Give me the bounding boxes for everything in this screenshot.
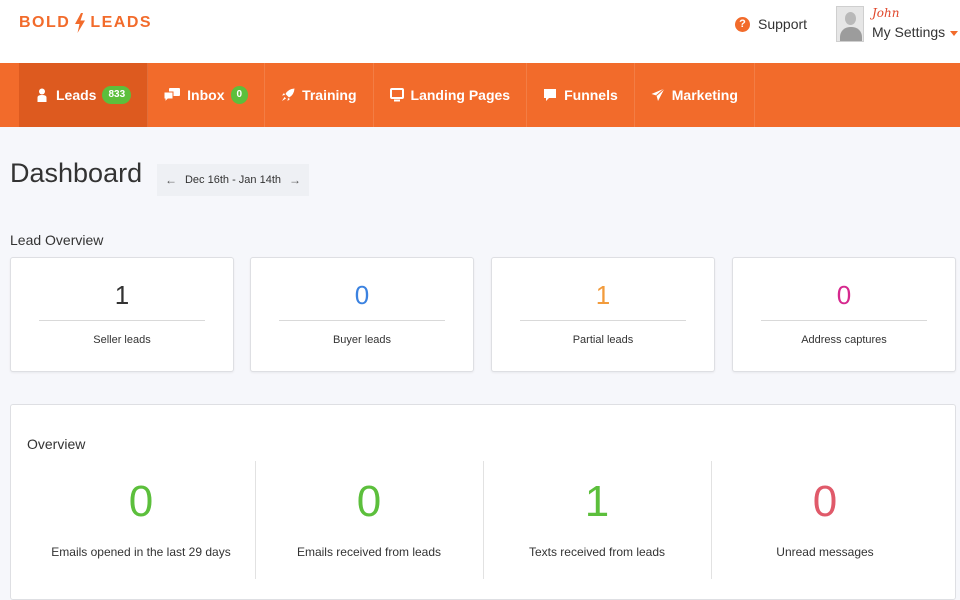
emails-received-stat[interactable]: 0 Emails received from leads <box>255 461 483 579</box>
next-range-arrow-icon[interactable]: → <box>289 173 301 187</box>
card-divider <box>279 320 445 321</box>
avatar <box>836 6 864 42</box>
nav-item-marketing[interactable]: Marketing <box>635 63 755 127</box>
buyer-leads-card[interactable]: 0 Buyer leads <box>250 257 474 372</box>
nav-item-funnels[interactable]: Funnels <box>527 63 635 127</box>
date-range-picker[interactable]: ← Dec 16th - Jan 14th → <box>157 164 309 196</box>
overview-panel: Overview 0 Emails opened in the last 29 … <box>10 404 956 600</box>
card-value: 0 <box>836 280 852 310</box>
unread-messages-stat[interactable]: 0 Unread messages <box>711 461 939 579</box>
stat-label: Emails received from leads <box>296 545 442 559</box>
nav-item-leads[interactable]: Leads 833 <box>19 63 149 127</box>
card-divider <box>761 320 927 321</box>
monitor-icon <box>389 88 404 102</box>
rocket-icon <box>282 88 295 101</box>
overview-title: Overview <box>27 436 86 452</box>
stat-value: 1 <box>584 477 610 526</box>
stat-label: Emails opened in the last 29 days <box>51 545 231 559</box>
leads-count-badge: 833 <box>102 86 132 104</box>
lightning-bolt-icon <box>75 13 86 33</box>
prev-range-arrow-icon[interactable]: ← <box>165 173 177 187</box>
date-range-label: Dec 16th - Jan 14th <box>184 174 281 186</box>
main-nav: Leads 833 Inbox 0 Training Landing Pages… <box>0 63 960 127</box>
inbox-count-badge: 0 <box>230 86 249 104</box>
support-link[interactable]: ? Support <box>735 16 807 32</box>
card-divider <box>39 320 205 321</box>
card-label: Address captures <box>801 334 887 346</box>
address-captures-card[interactable]: 0 Address captures <box>732 257 956 372</box>
brand-logo-part2: LEADS <box>90 14 153 31</box>
stat-label: Texts received from leads <box>528 545 666 559</box>
question-circle-icon: ? <box>735 16 750 32</box>
brand-logo-part1: BOLD <box>19 14 71 31</box>
nav-item-label: Inbox <box>187 87 225 103</box>
nav-item-label: Marketing <box>671 87 738 103</box>
stat-value: 0 <box>356 477 382 526</box>
lead-overview-title: Lead Overview <box>10 232 104 248</box>
nav-item-label: Funnels <box>564 87 618 103</box>
nav-item-label: Leads <box>56 87 97 103</box>
page-title: Dashboard <box>10 158 143 188</box>
nav-item-landing-pages[interactable]: Landing Pages <box>374 63 528 127</box>
my-settings-label: My Settings <box>872 24 946 40</box>
texts-received-stat[interactable]: 1 Texts received from leads <box>483 461 711 579</box>
speech-bubble-icon <box>544 89 557 101</box>
partial-leads-card[interactable]: 1 Partial leads <box>491 257 715 372</box>
user-name: John <box>872 6 900 20</box>
nav-item-training[interactable]: Training <box>265 63 374 127</box>
person-icon <box>37 88 47 102</box>
chat-bubbles-icon <box>164 88 181 102</box>
top-header: BOLD LEADS ? Support John My Settings <box>0 0 960 63</box>
stat-value: 0 <box>812 477 838 526</box>
card-value: 0 <box>354 280 370 310</box>
user-menu[interactable]: John My Settings <box>836 6 959 42</box>
card-divider <box>520 320 686 321</box>
my-settings-dropdown[interactable]: My Settings <box>872 23 959 41</box>
brand-logo[interactable]: BOLD LEADS <box>19 13 152 33</box>
nav-item-inbox[interactable]: Inbox 0 <box>148 63 266 127</box>
stat-value: 0 <box>128 477 154 526</box>
nav-item-label: Landing Pages <box>410 87 511 103</box>
card-label: Partial leads <box>572 334 634 346</box>
seller-leads-card[interactable]: 1 Seller leads <box>10 257 234 372</box>
support-label: Support <box>758 16 808 32</box>
card-value: 1 <box>114 280 130 310</box>
card-label: Seller leads <box>93 334 151 346</box>
nav-item-label: Training <box>302 87 357 103</box>
caret-down-icon <box>950 30 959 36</box>
stat-label: Unread messages <box>776 545 874 559</box>
card-value: 1 <box>595 280 611 310</box>
paper-plane-icon <box>651 88 665 101</box>
card-label: Buyer leads <box>332 334 392 346</box>
emails-opened-stat[interactable]: 0 Emails opened in the last 29 days <box>27 461 255 579</box>
